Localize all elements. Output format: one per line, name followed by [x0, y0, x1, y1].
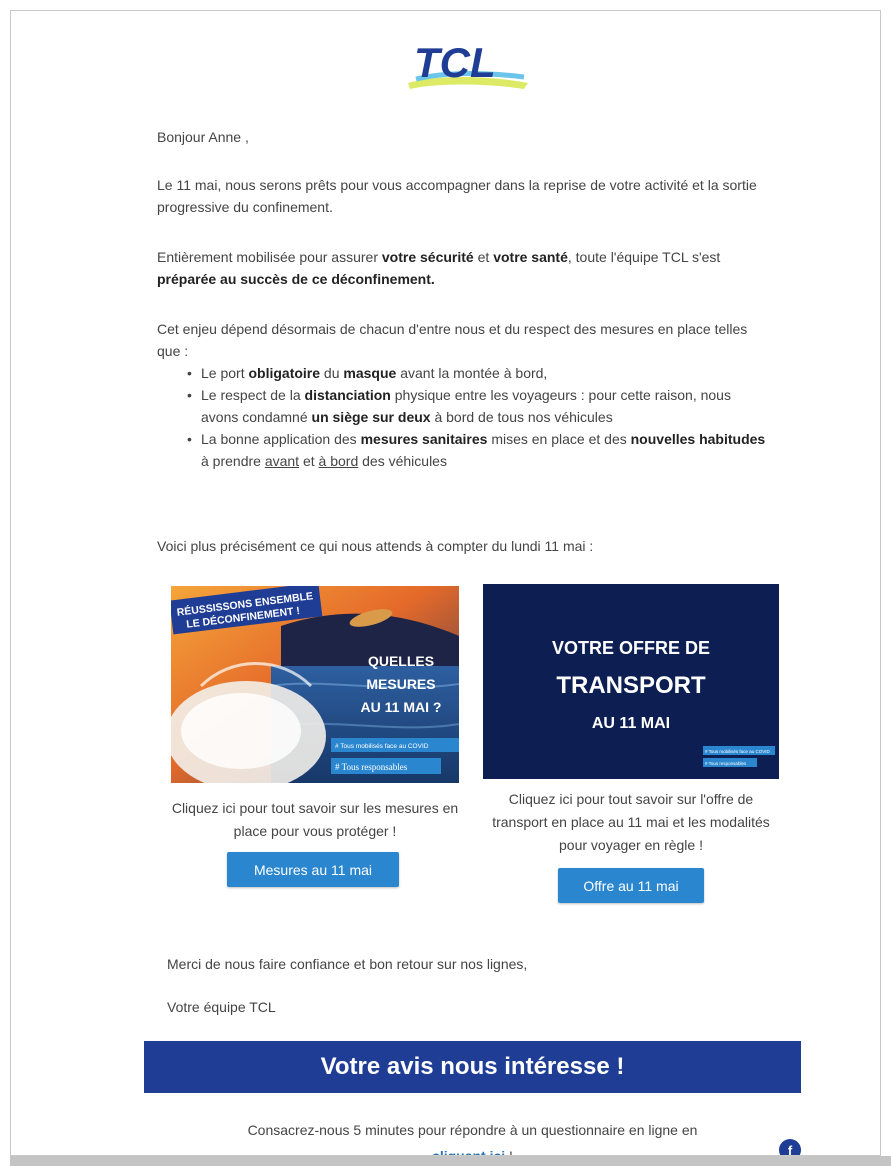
mobilisation-paragraph: Entièrement mobilisée pour assurer votre…: [157, 249, 721, 287]
promo-right-line3: AU 11 MAI: [592, 715, 670, 732]
promo-left-tag1: # Tous mobilisés face au COVID: [335, 743, 429, 750]
mesures-button[interactable]: Mesures au 11 mai: [227, 852, 399, 887]
promo-right-tag1: # Tous mobilisés face au COVID: [705, 749, 770, 754]
list-item: Le respect de la distanciation physique …: [187, 384, 772, 428]
survey-text: Consacrez-nous 5 minutes pour répondre à…: [144, 1117, 801, 1155]
tcl-logo: TCL: [408, 39, 528, 89]
voici-paragraph: Voici plus précisément ce qui nous atten…: [157, 538, 594, 554]
signature: Votre équipe TCL: [167, 999, 276, 1015]
bottom-scrollbar: [10, 1156, 891, 1166]
logo-text: TCL: [414, 39, 496, 86]
mesures-promo-image[interactable]: RÉUSSISSONS ENSEMBLE LE DÉCONFINEMENT ! …: [171, 586, 459, 783]
enjeu-paragraph: Cet enjeu dépend désormais de chacun d'e…: [157, 318, 772, 472]
intro-paragraph: Le 11 mai, nous serons prêts pour vous a…: [157, 177, 757, 215]
survey-link[interactable]: cliquant ici: [432, 1148, 505, 1155]
promo-left-tag2: # Tous responsables: [335, 762, 408, 772]
avis-banner: Votre avis nous intéresse !: [144, 1041, 801, 1093]
greeting: Bonjour Anne ,: [157, 129, 249, 145]
promo-left-line2: MESURES: [366, 676, 435, 692]
merci-paragraph: Merci de nous faire confiance et bon ret…: [167, 956, 528, 972]
promo-right-line2: TRANSPORT: [556, 672, 706, 699]
list-item: Le port obligatoire du masque avant la m…: [187, 362, 772, 384]
measures-list: Le port obligatoire du masque avant la m…: [157, 362, 772, 472]
promo-right-tag2: # Tous responsables: [705, 761, 747, 766]
list-item: La bonne application des mesures sanitai…: [187, 428, 772, 472]
promo-right-line1: VOTRE OFFRE DE: [552, 638, 710, 658]
promo-right-caption[interactable]: Cliquez ici pour tout savoir sur l'offre…: [483, 788, 779, 857]
offre-button[interactable]: Offre au 11 mai: [558, 868, 704, 903]
email-frame: TCL Bonjour Anne , Le 11 mai, nous seron…: [10, 10, 881, 1156]
offre-promo-image[interactable]: VOTRE OFFRE DE TRANSPORT AU 11 MAI # Tou…: [483, 584, 779, 779]
facebook-icon[interactable]: f: [779, 1139, 801, 1155]
promo-left-line1: QUELLES: [368, 653, 434, 669]
promo-left-line3: AU 11 MAI ?: [361, 699, 442, 715]
promo-left-caption[interactable]: Cliquez ici pour tout savoir sur les mes…: [171, 797, 459, 843]
